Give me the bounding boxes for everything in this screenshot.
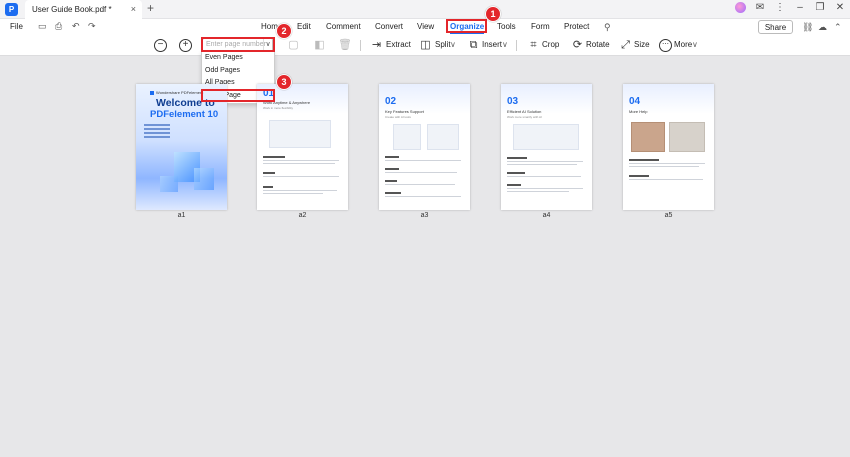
page-label-a3: a3 bbox=[420, 212, 429, 219]
rotate-button[interactable]: Rotate bbox=[586, 40, 610, 49]
zoom-in-icon[interactable]: + bbox=[179, 39, 192, 52]
split-chevron-icon[interactable]: ∨ bbox=[450, 40, 456, 49]
page-thumbnail-a5[interactable]: 04 More Help bbox=[623, 84, 714, 210]
restore-icon[interactable]: ❐ bbox=[814, 2, 826, 13]
print-icon[interactable]: ⎙ bbox=[55, 21, 62, 32]
extract-button[interactable]: Extract bbox=[386, 40, 411, 49]
dropdown-item-even-pages[interactable]: Even Pages bbox=[202, 52, 274, 65]
toolbar-divider bbox=[360, 40, 361, 51]
page-screenshot-image bbox=[513, 124, 579, 150]
page-heading: More Help bbox=[629, 109, 648, 114]
new-tab-button[interactable]: + bbox=[147, 1, 154, 15]
extract-icon[interactable]: ⇥ bbox=[370, 39, 383, 52]
network-icon[interactable]: ⛓ bbox=[802, 22, 813, 33]
more-button[interactable]: More bbox=[674, 40, 692, 49]
delete-page-icon: 🗑 bbox=[338, 39, 352, 51]
step-badge-3: 3 bbox=[276, 74, 292, 90]
cover-cube-graphic bbox=[194, 168, 214, 190]
highlight-page-input bbox=[201, 37, 275, 52]
page-subheading: Create with AI tools bbox=[385, 115, 411, 119]
cover-brand: Wondershare PDFelement bbox=[150, 90, 203, 95]
toolbar-divider bbox=[516, 40, 517, 51]
cover-product: PDFelement 10 bbox=[150, 109, 219, 120]
more-icon[interactable]: ⋯ bbox=[659, 39, 672, 52]
page-thumbnail-a2[interactable]: 01 Work Anytime & Anywhere Work in more … bbox=[257, 84, 348, 210]
step-badge-2: 2 bbox=[276, 23, 292, 39]
zoom-out-icon[interactable]: − bbox=[154, 39, 167, 52]
page-thumbnail-a3[interactable]: 02 Key Features Support Create with AI t… bbox=[379, 84, 470, 210]
collapse-ribbon-icon[interactable]: ⌃ bbox=[834, 22, 842, 33]
crop-button[interactable]: Crop bbox=[542, 40, 559, 49]
page-subheading: Work more smartly with AI bbox=[507, 115, 542, 119]
highlight-organize-tab bbox=[446, 19, 487, 33]
app-logo-icon[interactable]: P bbox=[5, 3, 18, 16]
page-label-a2: a2 bbox=[298, 212, 307, 219]
page-label-a1: a1 bbox=[177, 212, 186, 219]
page-thumbnail-a1[interactable]: Wondershare PDFelement Welcome to PDFele… bbox=[136, 84, 227, 210]
organize-toolbar: − + Enter page number ∨ ▢ ◧ 🗑 ⇥ Extract … bbox=[0, 36, 850, 56]
insert-chevron-icon[interactable]: ∨ bbox=[502, 40, 508, 49]
page-label-a5: a5 bbox=[664, 212, 673, 219]
split-button[interactable]: Split bbox=[435, 40, 451, 49]
page-photo-image bbox=[669, 122, 705, 152]
page-heading: Key Features Support bbox=[385, 109, 424, 114]
avatar[interactable] bbox=[735, 2, 746, 13]
tab-edit[interactable]: Edit bbox=[297, 22, 311, 31]
title-bar: P User Guide Book.pdf * × + ✉ ⋮ – ❐ ✕ bbox=[0, 0, 850, 19]
crop-icon[interactable]: ⌗ bbox=[527, 39, 540, 52]
cover-cube-graphic bbox=[160, 176, 178, 192]
minimize-icon[interactable]: – bbox=[794, 2, 806, 13]
close-window-icon[interactable]: ✕ bbox=[834, 2, 846, 13]
page-number-heading: 02 bbox=[385, 96, 397, 107]
insert-button[interactable]: Insert bbox=[482, 40, 502, 49]
menu-icon[interactable]: ⋮ bbox=[774, 2, 786, 13]
menu-bar: File ▭ ⎙ ↶ ↷ Home Edit Comment Convert V… bbox=[0, 19, 850, 36]
page-subheading: Work in more flexibility bbox=[263, 106, 293, 110]
cloud-upload-icon[interactable]: ☁ bbox=[818, 22, 827, 33]
tab-view[interactable]: View bbox=[417, 22, 434, 31]
document-tab-title: User Guide Book.pdf * bbox=[32, 5, 112, 14]
cover-text-lines bbox=[144, 122, 170, 140]
replace-page-icon: ◧ bbox=[314, 39, 325, 51]
tab-form[interactable]: Form bbox=[531, 22, 550, 31]
tab-protect[interactable]: Protect bbox=[564, 22, 589, 31]
message-icon[interactable]: ✉ bbox=[754, 2, 766, 13]
page-photo-image bbox=[631, 122, 665, 152]
size-icon[interactable]: ⤢ bbox=[619, 39, 632, 52]
dropdown-item-odd-pages[interactable]: Odd Pages bbox=[202, 65, 274, 78]
page-number-heading: 04 bbox=[629, 96, 641, 107]
page-screenshot-image bbox=[393, 124, 421, 150]
rotate-icon[interactable]: ⟳ bbox=[571, 39, 584, 52]
page-label-a4: a4 bbox=[542, 212, 551, 219]
page-screenshot-image bbox=[269, 120, 331, 148]
tab-tools[interactable]: Tools bbox=[497, 22, 516, 31]
pin-icon[interactable]: ⚲ bbox=[604, 22, 611, 33]
file-menu[interactable]: File bbox=[10, 22, 23, 31]
page-heading: Efficient AI Solution bbox=[507, 109, 542, 114]
page-screenshot-image bbox=[427, 124, 459, 150]
close-tab-icon[interactable]: × bbox=[131, 0, 136, 19]
split-icon[interactable]: ◫ bbox=[419, 39, 432, 52]
step-badge-1: 1 bbox=[485, 6, 501, 22]
redo-icon[interactable]: ↷ bbox=[88, 21, 96, 32]
select-pages-icon: ▢ bbox=[288, 39, 299, 51]
tab-comment[interactable]: Comment bbox=[326, 22, 361, 31]
insert-icon[interactable]: ⧉ bbox=[467, 39, 480, 52]
tab-convert[interactable]: Convert bbox=[375, 22, 403, 31]
undo-icon[interactable]: ↶ bbox=[72, 21, 80, 32]
document-tab[interactable]: User Guide Book.pdf * × bbox=[25, 0, 142, 19]
save-icon[interactable]: ▭ bbox=[38, 21, 47, 32]
size-button[interactable]: Size bbox=[634, 40, 650, 49]
page-thumbnail-a4[interactable]: 03 Efficient AI Solution Work more smart… bbox=[501, 84, 592, 210]
highlight-blank-page bbox=[201, 89, 275, 102]
more-chevron-icon[interactable]: ∨ bbox=[692, 40, 698, 49]
page-number-heading: 03 bbox=[507, 96, 519, 107]
share-button[interactable]: Share bbox=[758, 20, 793, 34]
